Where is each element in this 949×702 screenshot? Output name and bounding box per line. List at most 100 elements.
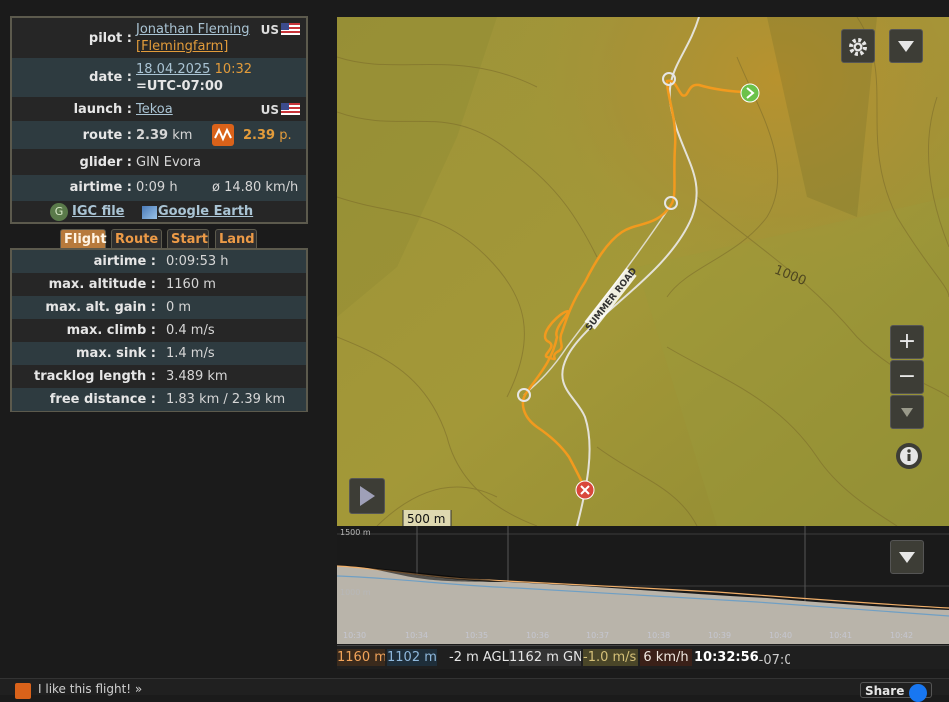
- chevron-down-icon: [898, 41, 914, 52]
- stat-value: 3.489 km: [166, 369, 228, 384]
- igc-file-link[interactable]: IGC file: [72, 204, 124, 219]
- x-axis-label: 10:34: [405, 631, 428, 640]
- route-points: 2.39: [243, 128, 276, 143]
- pilot-label: pilot :: [88, 31, 132, 46]
- settings-button[interactable]: [841, 29, 875, 63]
- launch-icon[interactable]: [740, 83, 760, 103]
- route-distance: 2.39: [136, 128, 169, 143]
- airtime-value: 0:09 h: [136, 180, 178, 195]
- status-bar: 1160 m 1102 m -2 m AGL 1162 m GN -1.0 m/…: [337, 645, 949, 669]
- utc-offset: =UTC-07:00: [136, 79, 223, 94]
- google-earth-link[interactable]: Google Earth: [158, 204, 253, 219]
- x-axis-label: 10:30: [343, 631, 366, 640]
- status-agl: -2 m AGL: [449, 650, 509, 665]
- scale-label: 500 m: [407, 512, 445, 526]
- launch-country: US: [261, 103, 300, 117]
- pilot-name-link[interactable]: Jonathan Fleming: [136, 22, 250, 37]
- x-axis-label: 10:37: [586, 631, 609, 640]
- play-button[interactable]: [349, 478, 385, 514]
- x-axis-label: 10:38: [647, 631, 670, 640]
- date-link[interactable]: 18.04.2025: [136, 62, 210, 77]
- share-button[interactable]: Share: [860, 682, 932, 702]
- glider-label: glider :: [79, 155, 132, 170]
- time-value: 10:32: [214, 62, 253, 77]
- terrain-map[interactable]: SUMMER ROAD 1000 500 m: [337, 17, 949, 526]
- stat-row: tracklog length : 3.489 km: [12, 365, 306, 388]
- status-timezone: -07:0: [758, 653, 790, 666]
- gear-icon: [849, 38, 867, 56]
- pilot-country: US: [261, 23, 300, 37]
- tab-land[interactable]: Land: [215, 229, 257, 249]
- stat-row: max. climb : 0.4 m/s: [12, 319, 306, 342]
- glider-row: glider : GIN Evora: [12, 149, 306, 175]
- altitude-profile[interactable]: 1500 m 1000 m 10:30 10:34 10:35 10:36 10…: [337, 526, 949, 644]
- x-axis-label: 10:40: [769, 631, 792, 640]
- stat-label: max. climb :: [66, 323, 156, 338]
- map-menu-button[interactable]: [889, 29, 923, 63]
- minus-icon: −: [897, 364, 917, 389]
- altitude-menu-button[interactable]: [890, 540, 924, 574]
- stat-value: 1160 m: [166, 277, 216, 292]
- tab-start[interactable]: Start: [167, 229, 209, 249]
- stat-value: 0 m: [166, 300, 192, 315]
- igc-icon: G: [50, 203, 68, 221]
- flag-us-icon: [281, 103, 300, 115]
- launch-link[interactable]: Tekoa: [136, 102, 173, 117]
- zoom-in-button[interactable]: +: [890, 325, 924, 359]
- launch-row: launch : Tekoa US: [12, 97, 306, 121]
- info-icon: [900, 447, 918, 465]
- flight-stats-panel: airtime : 0:09:53 h max. altitude : 1160 m…: [10, 248, 308, 412]
- google-earth-icon: [142, 206, 157, 219]
- status-altitude: 1160 m: [337, 649, 385, 666]
- stat-row: free distance : 1.83 km / 2.39 km: [12, 388, 306, 411]
- pilot-country-code: US: [260, 23, 279, 37]
- chevron-down-icon: [901, 408, 913, 417]
- x-axis-label: 10:41: [829, 631, 852, 640]
- landing-icon[interactable]: [575, 480, 595, 500]
- share-label: Share: [865, 684, 905, 698]
- status-gnss: 1162 m GN: [509, 649, 581, 666]
- flight-info-panel: pilot : Jonathan Fleming [Flemingfarm] U…: [10, 16, 308, 224]
- zoom-out-button[interactable]: −: [890, 360, 924, 394]
- route-row: route : 2.39 km 2.39 p.: [12, 121, 306, 149]
- tab-route[interactable]: Route: [111, 229, 162, 249]
- footer-bar: I like this flight! » Share: [0, 678, 949, 702]
- launch-country-code: US: [260, 103, 279, 117]
- status-time: 10:32:56: [694, 650, 759, 665]
- tab-flight[interactable]: Flight: [60, 229, 107, 249]
- chevron-down-icon: [899, 552, 915, 563]
- date-row: date : 18.04.2025 10:32 =UTC-07:00: [12, 58, 306, 97]
- airtime-row: airtime : 0:09 h ø 14.80 km/h: [12, 175, 306, 201]
- stat-value: 1.4 m/s: [166, 346, 215, 361]
- stat-label: max. altitude :: [48, 277, 156, 292]
- flag-us-icon: [281, 23, 300, 35]
- altitude-chart[interactable]: 1500 m 1000 m 10:30 10:34 10:35 10:36 10…: [337, 526, 949, 644]
- zoom-menu-button[interactable]: [890, 395, 924, 429]
- date-label: date :: [89, 70, 132, 85]
- stat-label: airtime :: [93, 254, 156, 269]
- xcontest-icon[interactable]: [212, 124, 234, 146]
- info-button[interactable]: [896, 443, 922, 469]
- stat-value: 0:09:53 h: [166, 254, 229, 269]
- x-axis-label: 10:42: [890, 631, 913, 640]
- map-view[interactable]: SUMMER ROAD 1000 500 m + −: [337, 17, 949, 526]
- glider-value: GIN Evora: [136, 155, 201, 170]
- avg-speed: ø 14.80 km/h: [212, 180, 299, 195]
- status-speed: 6 km/h: [640, 649, 692, 666]
- status-vario: -1.0 m/s: [583, 649, 638, 666]
- stat-value: 0.4 m/s: [166, 323, 215, 338]
- route-label: route :: [82, 128, 132, 143]
- stat-row: max. altitude : 1160 m: [12, 273, 306, 296]
- xcontest-icon: [15, 683, 31, 699]
- y-axis-label: 1000 m: [340, 588, 371, 597]
- stat-label: free distance :: [49, 392, 156, 407]
- stat-label: max. sink :: [76, 346, 156, 361]
- x-axis-label: 10:35: [465, 631, 488, 640]
- launch-label: launch :: [73, 102, 132, 117]
- airtime-label: airtime :: [69, 180, 132, 195]
- pilot-club-link[interactable]: [Flemingfarm]: [136, 39, 228, 54]
- stat-row: max. sink : 1.4 m/s: [12, 342, 306, 365]
- x-axis-label: 10:36: [526, 631, 549, 640]
- plus-icon: +: [897, 329, 917, 354]
- stat-row: airtime : 0:09:53 h: [12, 250, 306, 273]
